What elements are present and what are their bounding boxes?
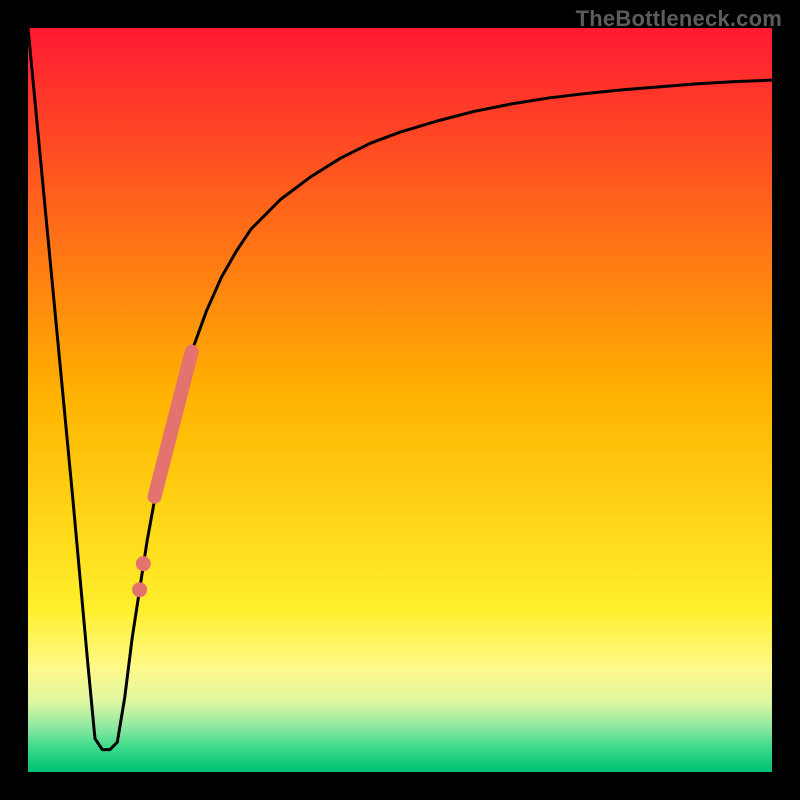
plot-area xyxy=(28,28,772,772)
watermark-text: TheBottleneck.com xyxy=(576,6,782,32)
marker-point xyxy=(132,582,147,597)
chart-frame: TheBottleneck.com xyxy=(0,0,800,800)
marker-point xyxy=(136,556,151,571)
chart-svg xyxy=(28,28,772,772)
gradient-background xyxy=(28,28,772,772)
